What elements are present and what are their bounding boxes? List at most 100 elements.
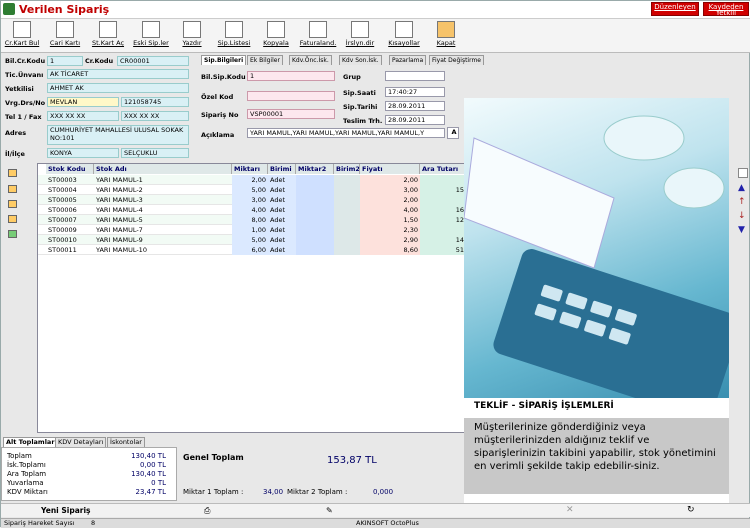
- table-cell[interactable]: Adet: [268, 215, 296, 225]
- find-card-button[interactable]: Cr.Kart Bul: [3, 21, 41, 51]
- bil-cr-kodu-field[interactable]: 1: [47, 56, 83, 66]
- table-cell[interactable]: YARI MAMUL-5: [94, 215, 232, 225]
- table-cell[interactable]: [334, 235, 360, 245]
- move-top-icon[interactable]: ▲: [738, 183, 745, 193]
- saat-field[interactable]: 17:40:27: [385, 87, 445, 97]
- print-button[interactable]: Yazdır: [177, 21, 207, 51]
- tab-sip-bilgileri[interactable]: Sip.Bilgileri: [201, 55, 247, 65]
- table-cell[interactable]: [296, 175, 334, 185]
- grid-settings-icon[interactable]: [738, 168, 748, 178]
- cr-kodu-field[interactable]: CR00001: [117, 56, 189, 66]
- table-row[interactable]: ST00009 YARI MAMUL-7 1,00 Adet 2,30: [38, 225, 466, 235]
- table-cell[interactable]: Adet: [268, 175, 296, 185]
- table-cell[interactable]: Adet: [268, 185, 296, 195]
- move-down-icon[interactable]: ↓: [738, 211, 746, 221]
- tab-iskontolar[interactable]: İskontolar: [107, 437, 145, 447]
- print-icon[interactable]: [8, 215, 17, 223]
- table-cell[interactable]: 8,60: [360, 245, 420, 255]
- yetkili-field[interactable]: AHMET AK: [47, 83, 189, 93]
- table-cell[interactable]: YARI MAMUL-1: [94, 175, 232, 185]
- table-cell[interactable]: 8,00: [232, 215, 268, 225]
- tarih-field[interactable]: 28.09.2011: [385, 101, 445, 111]
- table-cell[interactable]: [334, 185, 360, 195]
- col-miktari[interactable]: Miktarı: [232, 164, 268, 174]
- district-field[interactable]: SELÇUKLU: [121, 148, 189, 158]
- text-format-button[interactable]: A: [447, 127, 459, 139]
- customer-card-button[interactable]: Cari Kartı: [47, 21, 83, 51]
- table-cell[interactable]: 5,00: [232, 185, 268, 195]
- settings-icon[interactable]: [8, 169, 17, 177]
- table-cell[interactable]: 15: [420, 185, 466, 195]
- table-cell[interactable]: ST00005: [46, 195, 94, 205]
- table-cell[interactable]: YARI MAMUL-2: [94, 185, 232, 195]
- tab-fiyat[interactable]: Fiyat Değiştirme: [429, 55, 484, 65]
- table-cell[interactable]: 3,00: [232, 195, 268, 205]
- fax-field[interactable]: XXX XX XX: [121, 111, 189, 121]
- order-lines-grid[interactable]: Stok Kodu Stok Adı Miktarı Birimi Miktar…: [37, 163, 466, 433]
- table-cell[interactable]: YARI MAMUL-10: [94, 245, 232, 255]
- tab-ek-bilgiler[interactable]: Ek Bilgiler: [247, 55, 283, 65]
- table-cell[interactable]: Adet: [268, 195, 296, 205]
- table-cell[interactable]: [420, 175, 466, 185]
- dispatch-button[interactable]: İrslyn.dir: [343, 21, 377, 51]
- order-list-button[interactable]: Sip.Listesi: [215, 21, 253, 51]
- tax-office-field[interactable]: MEVLAN: [47, 97, 119, 107]
- invoice-button[interactable]: Faturaland.: [299, 21, 337, 51]
- table-cell[interactable]: Adet: [268, 235, 296, 245]
- table-cell[interactable]: 2,00: [360, 195, 420, 205]
- old-orders-button[interactable]: Eski Sip.ler: [131, 21, 171, 51]
- table-cell[interactable]: [334, 175, 360, 185]
- aciklama-field[interactable]: YARI MAMUL,YARI MAMUL,YARI MAMUL,YARI MA…: [247, 128, 445, 138]
- table-cell[interactable]: 6,00: [232, 245, 268, 255]
- table-cell[interactable]: 2,00: [232, 175, 268, 185]
- table-cell[interactable]: [296, 195, 334, 205]
- table-row[interactable]: ST00010 YARI MAMUL-9 5,00 Adet 2,90 14: [38, 235, 466, 245]
- table-cell[interactable]: [334, 205, 360, 215]
- table-cell[interactable]: [296, 185, 334, 195]
- table-cell[interactable]: Adet: [268, 225, 296, 235]
- table-cell[interactable]: [420, 195, 466, 205]
- table-cell[interactable]: 16: [420, 205, 466, 215]
- move-bottom-icon[interactable]: ▼: [738, 225, 745, 235]
- col-miktar2[interactable]: Miktar2: [296, 164, 334, 174]
- table-cell[interactable]: ST00006: [46, 205, 94, 215]
- table-row[interactable]: ST00007 YARI MAMUL-5 8,00 Adet 1,50 12: [38, 215, 466, 225]
- table-row[interactable]: ST00005 YARI MAMUL-3 3,00 Adet 2,00: [38, 195, 466, 205]
- tab-alt-toplamlar[interactable]: Alt Toplamlar: [3, 437, 58, 447]
- table-cell[interactable]: ST00007: [46, 215, 94, 225]
- table-cell[interactable]: 2,30: [360, 225, 420, 235]
- table-cell[interactable]: YARI MAMUL-4: [94, 205, 232, 215]
- table-cell[interactable]: 5,00: [232, 235, 268, 245]
- table-row[interactable]: ST00003 YARI MAMUL-1 2,00 Adet 2,00: [38, 175, 466, 185]
- table-cell[interactable]: 3,00: [360, 185, 420, 195]
- table-cell[interactable]: 12: [420, 215, 466, 225]
- tab-kdv-detaylari[interactable]: KDV Detayları: [55, 437, 107, 447]
- table-cell[interactable]: [334, 215, 360, 225]
- table-cell[interactable]: 1,50: [360, 215, 420, 225]
- address-field[interactable]: CUMHURİYET MAHALLESİ ULUSAL SOKAK NO:101: [47, 125, 189, 145]
- table-row[interactable]: ST00004 YARI MAMUL-2 5,00 Adet 3,00 15: [38, 185, 466, 195]
- table-row[interactable]: ST00011 YARI MAMUL-10 6,00 Adet 8,60 51: [38, 245, 466, 255]
- tab-pazarlama[interactable]: Pazarlama: [389, 55, 427, 65]
- table-cell[interactable]: [296, 225, 334, 235]
- edit-icon[interactable]: ✎: [326, 506, 333, 515]
- siparis-no-field[interactable]: VSP00001: [247, 109, 335, 119]
- table-cell[interactable]: ST00011: [46, 245, 94, 255]
- table-cell[interactable]: [334, 225, 360, 235]
- delete-icon[interactable]: ✕: [566, 505, 574, 515]
- saved-by-button[interactable]: Kaydeden Yetkili: [703, 2, 749, 17]
- dollar-icon[interactable]: [8, 230, 17, 238]
- teslim-field[interactable]: 28.09.2011: [385, 115, 445, 125]
- new-doc-icon[interactable]: [8, 185, 17, 193]
- table-cell[interactable]: 4,00: [232, 205, 268, 215]
- open-stock-card-button[interactable]: St.Kart Aç: [89, 21, 127, 51]
- ozel-kod-field[interactable]: [247, 91, 335, 101]
- table-cell[interactable]: YARI MAMUL-3: [94, 195, 232, 205]
- table-cell[interactable]: ST00003: [46, 175, 94, 185]
- col-birimi[interactable]: Birimi: [268, 164, 296, 174]
- table-cell[interactable]: [420, 225, 466, 235]
- city-field[interactable]: KONYA: [47, 148, 119, 158]
- table-row[interactable]: ST00006 YARI MAMUL-4 4,00 Adet 4,00 16: [38, 205, 466, 215]
- unvan-field[interactable]: AK TİCARET: [47, 69, 189, 79]
- gear-icon[interactable]: [8, 200, 17, 208]
